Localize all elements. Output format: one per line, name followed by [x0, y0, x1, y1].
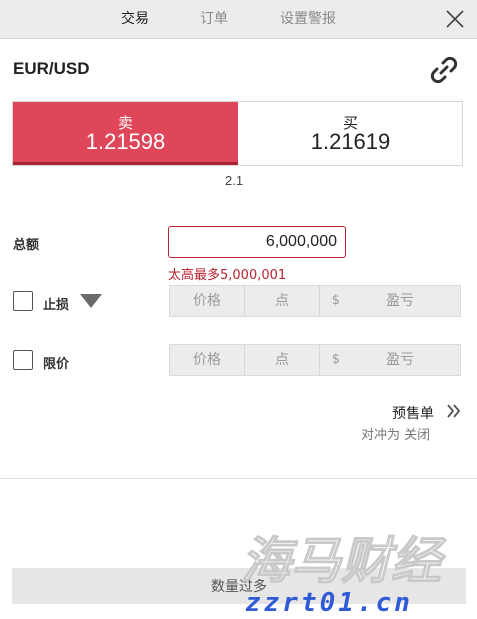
tab-alerts[interactable]: 设置警报: [280, 0, 336, 38]
tab-trade[interactable]: 交易: [121, 0, 149, 38]
limit-currency-symbol: $: [331, 352, 340, 367]
limit-points-field[interactable]: 点: [245, 345, 320, 375]
stop-loss-price-field[interactable]: 价格: [170, 286, 245, 316]
spread-value: 2.1: [225, 173, 244, 188]
amount-input[interactable]: [168, 226, 346, 258]
limit-checkbox[interactable]: [13, 350, 33, 370]
instrument-symbol: EUR/USD: [13, 59, 90, 78]
stop-loss-pnl-field[interactable]: 盈亏: [340, 286, 460, 316]
stop-loss-points-field[interactable]: 点: [245, 286, 320, 316]
limit-label: 限价: [43, 357, 70, 372]
submit-button[interactable]: 数量过多: [12, 568, 466, 604]
close-icon[interactable]: [444, 8, 466, 30]
hedge-status: 对冲为 关闭: [361, 428, 431, 443]
dropdown-triangle-icon[interactable]: [79, 293, 103, 309]
amount-error: 太高最多5,000,001: [168, 268, 287, 283]
sell-price: 1.21598: [85, 129, 166, 154]
stop-loss-label: 止损: [43, 298, 70, 313]
double-chevron-right-icon[interactable]: [445, 402, 463, 420]
buy-price: 1.21619: [310, 129, 391, 154]
limit-pnl-field[interactable]: 盈亏: [340, 345, 460, 375]
stop-loss-fields: 价格 点 $ 盈亏: [169, 285, 461, 317]
tab-orders[interactable]: 订单: [200, 0, 228, 38]
buy-button[interactable]: 买 1.21619: [239, 102, 462, 165]
sell-button[interactable]: 卖 1.21598: [13, 102, 238, 165]
tab-bar: 交易 订单 设置警报: [0, 0, 477, 39]
link-icon[interactable]: [429, 55, 459, 85]
preorder-link[interactable]: 预售单: [392, 403, 434, 423]
divider: [0, 478, 477, 479]
amount-label: 总额: [13, 238, 40, 253]
limit-price-field[interactable]: 价格: [170, 345, 245, 375]
quote-panel: 卖 1.21598 买 1.21619: [12, 101, 463, 166]
limit-fields: 价格 点 $ 盈亏: [169, 344, 461, 376]
stop-loss-currency-symbol: $: [331, 293, 340, 308]
stop-loss-checkbox[interactable]: [13, 291, 33, 311]
